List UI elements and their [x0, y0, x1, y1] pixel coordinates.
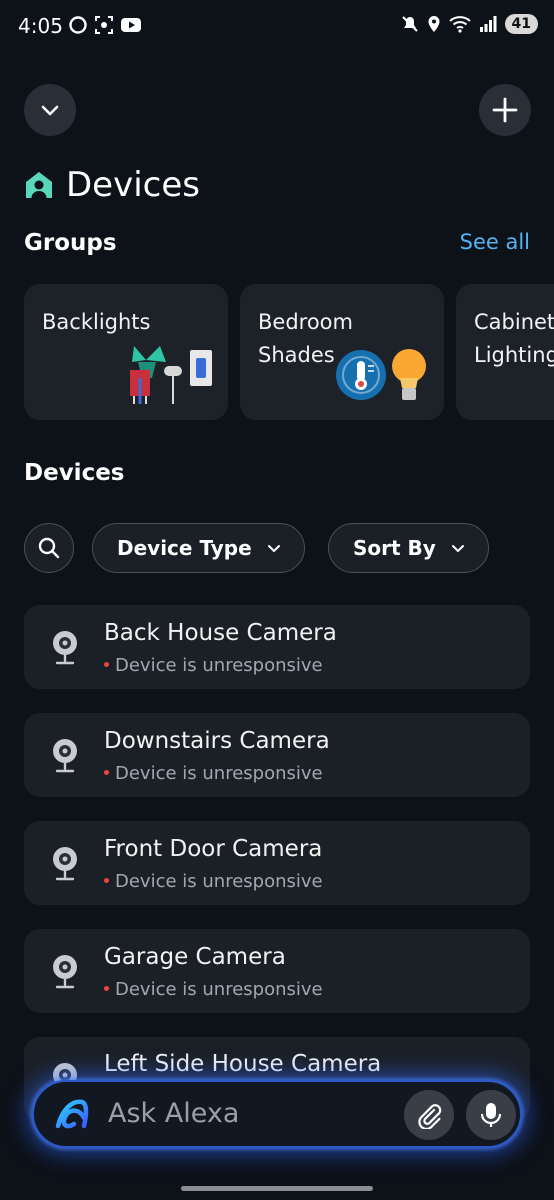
group-label: Cabinet Lighting [474, 306, 554, 372]
device-status-text: Device is unresponsive [115, 763, 323, 784]
device-status-text: Device is unresponsive [115, 655, 323, 676]
device-row[interactable]: Downstairs Camera Device is unresponsive [24, 713, 530, 797]
device-row[interactable]: Front Door Camera Device is unresponsive [24, 821, 530, 905]
page-title: Devices [66, 165, 200, 205]
chevron-down-icon [451, 545, 464, 552]
device-status: Device is unresponsive [104, 979, 323, 1000]
device-name: Left Side House Camera [104, 1051, 382, 1077]
battery-level: 41 [504, 14, 538, 34]
device-type-filter[interactable]: Device Type [92, 523, 305, 573]
mute-icon [401, 16, 418, 32]
status-dot [104, 877, 109, 883]
collapse-button[interactable] [24, 84, 76, 136]
microphone-button[interactable] [466, 1090, 516, 1140]
home-indicator[interactable] [181, 1186, 373, 1191]
search-button[interactable] [24, 523, 74, 573]
screenshot-icon [95, 16, 113, 34]
device-status: Device is unresponsive [104, 763, 323, 784]
attach-button[interactable] [404, 1090, 454, 1140]
status-bar: 4:05 41 [0, 0, 554, 52]
device-status-text: Device is unresponsive [115, 979, 323, 1000]
ask-alexa-input[interactable]: Ask Alexa [108, 1098, 239, 1129]
camera-icon [53, 739, 77, 773]
group-card-backlights[interactable]: Backlights [24, 284, 228, 420]
group-label-line1: Cabinet [474, 310, 554, 334]
see-all-link[interactable]: See all [460, 230, 530, 254]
ask-alexa-bar[interactable]: Ask Alexa [32, 1080, 522, 1148]
search-icon [38, 537, 60, 559]
signal-icon [479, 16, 497, 32]
camera-icon [53, 847, 77, 881]
device-type-label: Device Type [117, 536, 252, 560]
add-button[interactable] [479, 84, 531, 136]
location-icon [428, 16, 440, 32]
sort-by-filter[interactable]: Sort By [328, 523, 489, 573]
group-label: Backlights [42, 306, 150, 339]
groups-heading: Groups [24, 230, 117, 256]
sort-by-label: Sort By [353, 536, 436, 560]
device-name: Back House Camera [104, 620, 337, 646]
paperclip-icon [418, 1104, 442, 1129]
chevron-down-icon [267, 545, 280, 552]
camera-icon [53, 955, 77, 989]
youtube-icon [121, 18, 141, 32]
microphone-icon [480, 1103, 502, 1127]
group-card-cabinet-lighting[interactable]: Cabinet Lighting [456, 284, 554, 420]
group-label-line2: Lighting [474, 343, 554, 367]
status-dot [104, 769, 109, 775]
group-card-bedroom-shades[interactable]: Bedroom Shades [240, 284, 444, 420]
device-row[interactable]: Garage Camera Device is unresponsive [24, 929, 530, 1013]
status-right-icons: 41 [401, 14, 538, 34]
device-name: Front Door Camera [104, 836, 323, 862]
device-name: Downstairs Camera [104, 728, 330, 754]
circle-notification-icon [69, 16, 87, 34]
chevron-down-icon [41, 105, 59, 116]
backlights-group-illustration [130, 346, 212, 404]
device-name: Garage Camera [104, 944, 286, 970]
device-row[interactable]: Back House Camera Device is unresponsive [24, 605, 530, 689]
group-label-line1: Backlights [42, 310, 151, 334]
status-dot [104, 661, 109, 667]
wifi-icon [448, 16, 471, 33]
devices-heading: Devices [24, 460, 125, 486]
status-time: 4:05 [18, 14, 63, 38]
status-left-icons [68, 15, 142, 35]
group-label-line1: Bedroom [258, 310, 353, 334]
plus-icon [492, 97, 518, 123]
home-person-icon [26, 172, 52, 198]
device-status-text: Device is unresponsive [115, 871, 323, 892]
alexa-logo-icon [55, 1099, 89, 1129]
device-status: Device is unresponsive [104, 871, 323, 892]
bedroom-shades-group-illustration [336, 349, 426, 400]
camera-icon [53, 631, 77, 665]
device-status: Device is unresponsive [104, 655, 323, 676]
status-dot [104, 985, 109, 991]
